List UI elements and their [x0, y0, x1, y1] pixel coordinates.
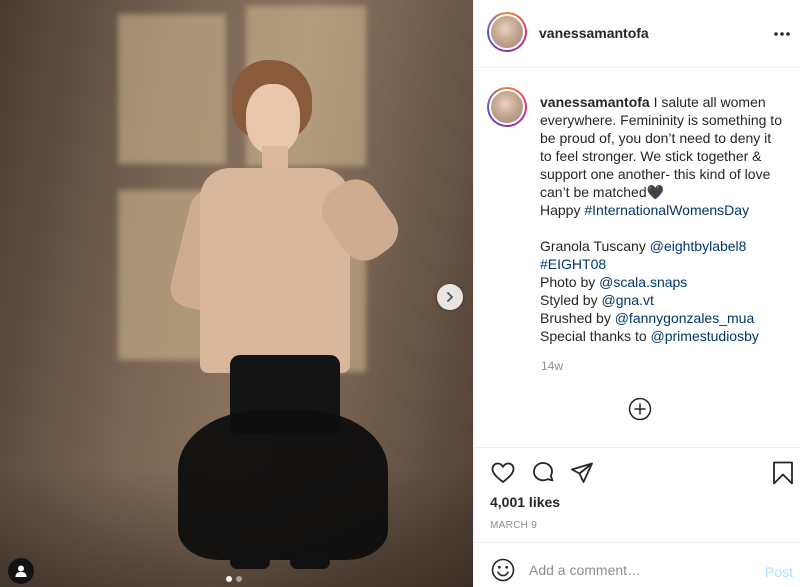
post-panel: vanessamantofa vanessamantofa I salute a…: [473, 0, 800, 587]
carousel-dot: [236, 576, 242, 582]
bookmark-icon: [773, 461, 793, 485]
mention-link[interactable]: @gna.vt: [601, 292, 653, 308]
add-comment-bar: Post: [474, 542, 800, 587]
credit-text: Styled by: [540, 292, 602, 308]
shoe: [230, 555, 270, 569]
credit-text: Special thanks to: [540, 328, 651, 344]
more-horizontal-icon: [774, 32, 790, 36]
load-more-comments-button[interactable]: [628, 397, 652, 421]
shoe: [290, 555, 330, 569]
comment-icon: [533, 462, 554, 482]
time-ago[interactable]: 14w: [541, 359, 563, 373]
comment-input[interactable]: [529, 555, 749, 585]
tulle-skirt: [178, 410, 388, 560]
likes-count[interactable]: 4,001 likes: [490, 494, 560, 510]
carousel-next-button[interactable]: [437, 284, 463, 310]
post-photo[interactable]: [0, 0, 473, 587]
mention-link[interactable]: @eightbylabel8: [650, 238, 747, 254]
emoji-icon: [491, 558, 515, 582]
like-button[interactable]: [490, 460, 516, 486]
more-options-button[interactable]: [773, 24, 791, 38]
post-actions: 4,001 likes MARCH 9: [474, 447, 800, 542]
avatar-image: [489, 14, 525, 50]
author-username[interactable]: vanessamantofa: [539, 25, 649, 41]
carousel-indicator: [226, 576, 242, 582]
user-tag-icon: [15, 565, 27, 577]
save-button[interactable]: [770, 460, 796, 486]
caption-happy: Happy: [540, 202, 585, 218]
credit-text: Granola Tuscany: [540, 238, 650, 254]
caption-avatar[interactable]: [487, 87, 527, 127]
share-button[interactable]: [569, 460, 595, 486]
comment-button[interactable]: [530, 460, 556, 486]
heart-icon: [491, 462, 515, 483]
mention-link[interactable]: @fannygonzales_mua: [615, 310, 755, 326]
chevron-right-icon: [447, 292, 453, 302]
avatar[interactable]: [487, 12, 527, 52]
credit-text: Photo by: [540, 274, 600, 290]
face: [246, 84, 300, 154]
model-figure: [160, 50, 408, 587]
hashtag-link[interactable]: #InternationalWomensDay: [584, 202, 749, 218]
carousel-dot-active: [226, 576, 232, 582]
credit-text: Brushed by: [540, 310, 615, 326]
caption-username[interactable]: vanessamantofa: [540, 94, 650, 110]
plus-circle-icon: [628, 397, 652, 421]
hashtag-link[interactable]: #EIGHT08: [540, 256, 606, 272]
avatar-image: [489, 89, 525, 125]
mention-link[interactable]: @scala.snaps: [599, 274, 687, 290]
post-header: vanessamantofa: [474, 0, 800, 68]
tagged-users-button[interactable]: [8, 558, 34, 584]
mention-link[interactable]: @primestudiosby: [651, 328, 759, 344]
post-date[interactable]: MARCH 9: [490, 520, 537, 531]
post-comment-button[interactable]: Post: [765, 564, 793, 580]
emoji-button[interactable]: [490, 557, 516, 583]
share-icon: [571, 462, 593, 483]
post-caption: vanessamantofa I salute all women everyw…: [540, 93, 785, 345]
comments-section: vanessamantofa I salute all women everyw…: [474, 69, 800, 447]
